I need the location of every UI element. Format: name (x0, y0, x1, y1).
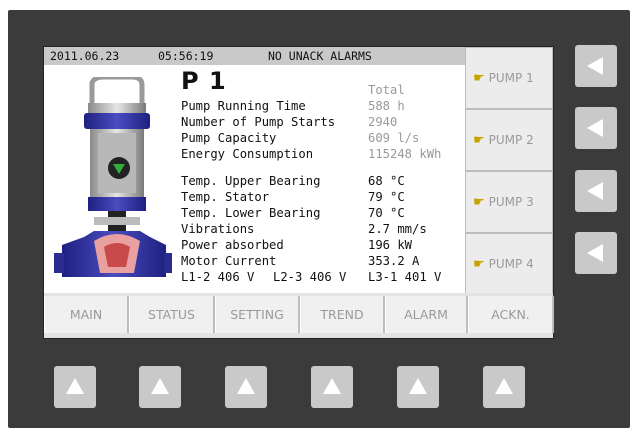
temp-lower-bearing-label: Temp. Lower Bearing (181, 206, 321, 220)
pump-4-label: PUMP 4 (488, 257, 534, 271)
pump-illustration (54, 77, 172, 277)
status-date: 2011.06.23 (50, 49, 120, 63)
softkey-pump-1[interactable] (575, 45, 617, 87)
alarm-status: NO UNACK ALARMS (268, 49, 372, 63)
nav-alarm[interactable]: ALARM (385, 296, 468, 333)
arrow-left-icon (586, 244, 603, 262)
temp-upper-bearing-label: Temp. Upper Bearing (181, 174, 321, 188)
pump-3-label: PUMP 3 (488, 195, 534, 209)
softkey-alarm[interactable] (397, 366, 439, 408)
pump-1-button[interactable]: ☛ PUMP 1 (465, 47, 553, 109)
hmi-panel: 2011.06.23 05:56:19 NO UNACK ALARMS P 1 … (8, 10, 630, 428)
softkey-ackn[interactable] (483, 366, 525, 408)
pump-starts-value: 2940 (368, 115, 398, 129)
running-arrow-icon (113, 164, 125, 174)
arrow-up-icon (495, 377, 513, 394)
motor-current-value: 353.2 A (368, 254, 420, 268)
vibrations-value: 2.7 mm/s (368, 222, 427, 236)
arrow-left-icon (586, 182, 603, 200)
energy-consumption-label: Energy Consumption (181, 147, 314, 161)
pointer-hand-icon: ☛ (473, 132, 485, 148)
temp-lower-bearing-value: 70 °C (368, 206, 405, 220)
nav-ackn[interactable]: ACKN. (468, 296, 554, 333)
softkey-pump-3[interactable] (575, 170, 617, 212)
nav-trend[interactable]: TREND (300, 296, 385, 333)
total-column-header: Total (368, 83, 405, 97)
motor-current-label: Motor Current (181, 254, 277, 268)
voltage-l3-l1: L3-1 401 V (368, 270, 442, 284)
arrow-up-icon (237, 377, 255, 394)
voltage-l1-l2: L1-2 406 V (181, 270, 255, 284)
pump-2-label: PUMP 2 (488, 133, 534, 147)
nav-main[interactable]: MAIN (44, 296, 129, 333)
softkey-status[interactable] (139, 366, 181, 408)
nav-setting[interactable]: SETTING (215, 296, 300, 333)
pump-starts-label: Number of Pump Starts (181, 115, 336, 129)
power-absorbed-value: 196 kW (368, 238, 413, 252)
pump-1-label: PUMP 1 (488, 71, 534, 85)
hmi-screen: 2011.06.23 05:56:19 NO UNACK ALARMS P 1 … (43, 46, 554, 339)
running-indicator (108, 157, 130, 179)
temp-stator-value: 79 °C (368, 190, 405, 204)
arrow-up-icon (66, 377, 84, 394)
arrow-up-icon (409, 377, 427, 394)
pump-2-button[interactable]: ☛ PUMP 2 (465, 109, 553, 171)
voltage-l2-l3: L2-3 406 V (273, 270, 347, 284)
pump-detail-view: P 1 Total Pump Running Time 588 h Number… (44, 65, 465, 293)
arrow-left-icon (586, 57, 603, 75)
pointer-hand-icon: ☛ (473, 194, 485, 210)
status-bar: 2011.06.23 05:56:19 NO UNACK ALARMS (44, 47, 465, 65)
temp-stator-label: Temp. Stator (181, 190, 270, 204)
softkey-pump-2[interactable] (575, 107, 617, 149)
energy-consumption-value: 115248 kWh (368, 147, 442, 161)
nav-status[interactable]: STATUS (129, 296, 215, 333)
vibrations-label: Vibrations (181, 222, 255, 236)
bottom-nav: MAIN STATUS SETTING TREND ALARM ACKN. (44, 293, 554, 338)
pump-title: P 1 (181, 67, 227, 95)
pump-capacity-value: 609 l/s (368, 131, 420, 145)
status-time: 05:56:19 (158, 49, 214, 63)
power-absorbed-label: Power absorbed (181, 238, 284, 252)
pump-3-button[interactable]: ☛ PUMP 3 (465, 171, 553, 233)
arrow-up-icon (151, 377, 169, 394)
running-time-label: Pump Running Time (181, 99, 306, 113)
softkey-setting[interactable] (225, 366, 267, 408)
pump-4-button[interactable]: ☛ PUMP 4 (465, 233, 553, 295)
temp-upper-bearing-value: 68 °C (368, 174, 405, 188)
arrow-left-icon (586, 119, 603, 137)
pump-selector: ☛ PUMP 1 ☛ PUMP 2 ☛ PUMP 3 ☛ PUMP 4 (465, 47, 553, 295)
pointer-hand-icon: ☛ (473, 256, 485, 272)
softkey-pump-4[interactable] (575, 232, 617, 274)
pointer-hand-icon: ☛ (473, 70, 485, 86)
pump-capacity-label: Pump Capacity (181, 131, 277, 145)
softkey-main[interactable] (54, 366, 96, 408)
softkey-trend[interactable] (311, 366, 353, 408)
running-time-value: 588 h (368, 99, 405, 113)
arrow-up-icon (323, 377, 341, 394)
